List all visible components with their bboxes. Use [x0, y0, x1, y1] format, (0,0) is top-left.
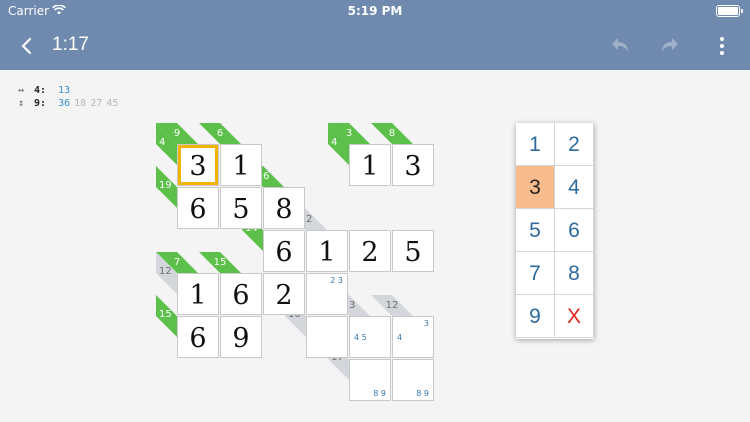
erase-button[interactable]: X — [555, 295, 594, 338]
puzzle-cell[interactable]: 2 — [263, 273, 305, 315]
pencil-mark: 8 9 — [416, 389, 429, 398]
cell-value: 6 — [232, 280, 250, 311]
puzzle-cell[interactable]: 1 — [177, 273, 219, 315]
column-clue: 12 — [371, 295, 413, 316]
cell-value: 6 — [275, 237, 293, 268]
cell-value: 5 — [404, 237, 422, 268]
pencil-mark: 4 5 — [354, 333, 367, 342]
row-clue: 12 — [156, 252, 177, 294]
undo-icon[interactable] — [608, 34, 632, 58]
cell-value: 9 — [232, 323, 250, 354]
cell-value: 1 — [232, 151, 250, 182]
cell-value: 3 — [404, 151, 422, 182]
nav-bar: 1:17 — [0, 22, 750, 70]
horizontal-arrow-icon: ↔ — [18, 85, 25, 96]
puzzle-cell[interactable]: 5 — [392, 230, 434, 272]
column-clue: 9 — [156, 123, 198, 144]
keypad-key-5[interactable]: 5 — [516, 209, 555, 252]
pencil-mark: 3 — [423, 319, 429, 328]
elapsed-time: 1:17 — [52, 34, 89, 55]
horizontal-sum: 4: — [34, 85, 47, 96]
puzzle-cell[interactable]: 5 — [220, 187, 262, 229]
vertical-combo: 45 — [106, 98, 119, 109]
cell-value: 6 — [189, 323, 207, 354]
clock: 5:19 PM — [347, 4, 403, 18]
puzzle-cell[interactable]: 6 — [177, 187, 219, 229]
row-clue: 19 — [156, 166, 177, 208]
puzzle-cell[interactable]: 6 — [220, 273, 262, 315]
puzzle-cell[interactable]: 3 — [392, 144, 434, 186]
vertical-combo: 36 — [58, 98, 71, 109]
keypad-key-3[interactable]: 3 — [516, 166, 555, 209]
column-clue: 3 — [328, 123, 370, 144]
puzzle-cell[interactable] — [306, 316, 348, 358]
vertical-combo: 18 — [74, 98, 87, 109]
status-bar: Carrier 5:19 PM — [0, 0, 750, 22]
puzzle-cell[interactable]: 1 — [220, 144, 262, 186]
puzzle-cell[interactable]: 1 — [306, 230, 348, 272]
redo-icon[interactable] — [658, 34, 682, 58]
keypad-key-6[interactable]: 6 — [555, 209, 594, 252]
column-clue: 7 — [156, 252, 198, 273]
cell-value: 2 — [361, 237, 379, 268]
puzzle-cell[interactable]: 1 — [349, 144, 391, 186]
column-clue: 8 — [371, 123, 413, 144]
combination-hints: ↔ 4: 13 ↕ 9: 36 18 27 45 — [18, 84, 118, 110]
vertical-sum: 9: — [34, 98, 47, 109]
cell-value: 1 — [189, 280, 207, 311]
column-clue: 15 — [199, 252, 241, 273]
puzzle-cell[interactable]: 2 3 — [306, 273, 348, 315]
cell-value: 1 — [361, 151, 379, 182]
puzzle-cell[interactable]: 43 — [392, 316, 434, 358]
horizontal-combo: 13 — [58, 85, 71, 96]
back-arrow-icon[interactable] — [16, 34, 38, 58]
more-menu-icon[interactable] — [710, 34, 734, 58]
vertical-hint: ↕ 9: 36 18 27 45 — [18, 97, 118, 110]
cell-value: 6 — [189, 194, 207, 225]
keypad-key-8[interactable]: 8 — [555, 252, 594, 295]
number-keypad: 123456789X — [516, 123, 594, 339]
row-clue: 4 — [156, 123, 177, 165]
pencil-mark: 4 — [397, 333, 403, 342]
battery-icon — [716, 5, 743, 17]
cell-value: 2 — [275, 280, 293, 311]
selected-cell[interactable]: 3 — [177, 144, 219, 186]
pencil-mark: 8 9 — [373, 389, 386, 398]
puzzle-cell[interactable]: 4 5 — [349, 316, 391, 358]
row-clue: 4 — [328, 123, 349, 165]
cell-value: 1 — [318, 237, 336, 268]
puzzle-cell[interactable]: 8 9 — [392, 359, 434, 401]
horizontal-hint: ↔ 4: 13 — [18, 84, 118, 97]
column-clue: 6 — [199, 123, 241, 144]
puzzle-cell[interactable]: 8 — [263, 187, 305, 229]
keypad-key-2[interactable]: 2 — [555, 123, 594, 166]
cell-value: 5 — [232, 194, 250, 225]
cell-value: 3 — [189, 151, 207, 182]
cell-value: 8 — [275, 194, 293, 225]
puzzle-cell[interactable]: 6 — [263, 230, 305, 272]
puzzle-cell[interactable]: 8 9 — [349, 359, 391, 401]
keypad-key-7[interactable]: 7 — [516, 252, 555, 295]
pencil-mark: 2 3 — [330, 276, 343, 285]
puzzle-cell[interactable]: 2 — [349, 230, 391, 272]
row-clue: 15 — [156, 295, 177, 337]
puzzle-cell[interactable]: 9 — [220, 316, 262, 358]
vertical-combo: 27 — [90, 98, 103, 109]
keypad-key-4[interactable]: 4 — [555, 166, 594, 209]
puzzle-cell[interactable]: 6 — [177, 316, 219, 358]
vertical-arrow-icon: ↕ — [18, 98, 25, 109]
keypad-key-9[interactable]: 9 — [516, 295, 555, 338]
keypad-key-1[interactable]: 1 — [516, 123, 555, 166]
